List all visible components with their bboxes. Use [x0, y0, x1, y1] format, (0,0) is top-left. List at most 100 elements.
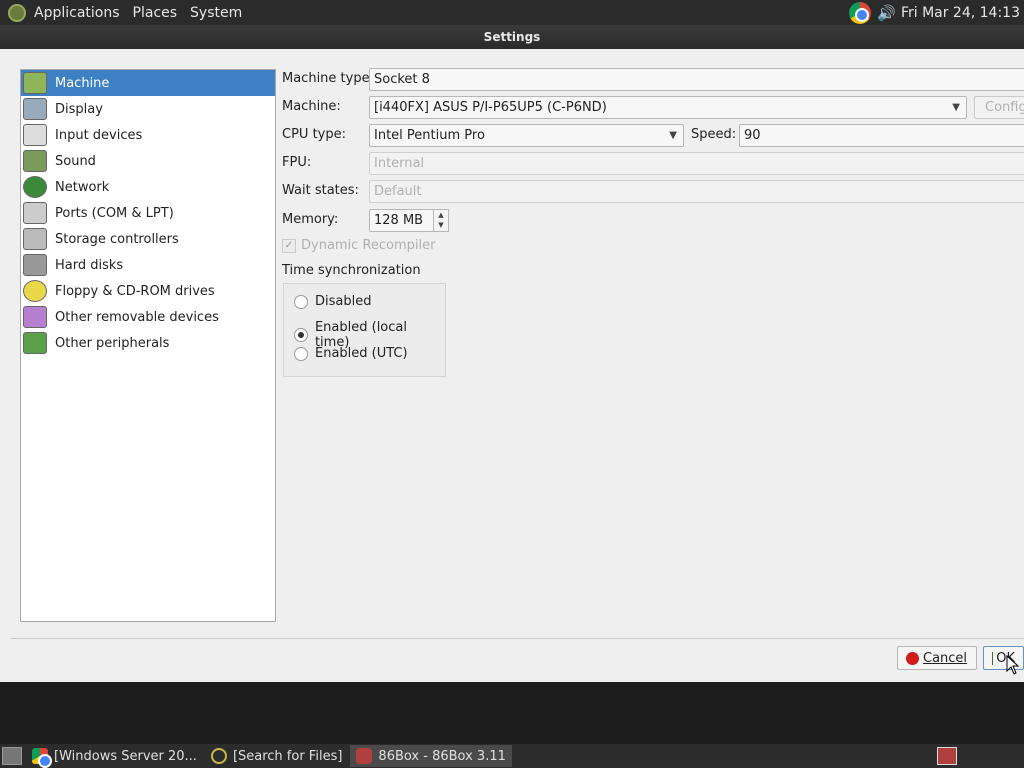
- memory-value: 128 MB: [374, 213, 424, 228]
- 86box-icon: [356, 748, 373, 764]
- time-sync-group: Disabled Enabled (local time) Enabled (U…: [283, 283, 446, 377]
- configure-button[interactable]: Config: [974, 96, 1024, 119]
- cancel-button[interactable]: Cancel: [897, 646, 977, 670]
- taskbar: [Windows Server 20... [Search for Files]…: [0, 744, 1024, 768]
- dialog-separator: [11, 638, 1024, 639]
- fpu-dropdown[interactable]: Internal: [369, 152, 1024, 175]
- cancel-icon: [906, 651, 919, 665]
- dynamic-recompiler-label: Dynamic Recompiler: [301, 238, 436, 253]
- sidebar-item-floppy-cdrom[interactable]: Floppy & CD-ROM drives: [21, 278, 275, 304]
- sidebar-item-storage-controllers[interactable]: Storage controllers: [21, 226, 275, 252]
- sidebar-item-display[interactable]: Display: [21, 96, 275, 122]
- memory-stepper[interactable]: ▲ ▼: [433, 209, 449, 232]
- keyboard-icon: [23, 124, 47, 146]
- dynamic-recompiler-checkbox[interactable]: ✓ Dynamic Recompiler: [282, 238, 436, 253]
- machine-value: [i440FX] ASUS P/I-P65UP5 (C-P6ND): [374, 100, 607, 115]
- ports-icon: [23, 202, 47, 224]
- gnome-foot-icon[interactable]: [8, 3, 26, 22]
- sidebar-item-label: Other peripherals: [55, 335, 170, 351]
- top-tray: 🔊 Fri Mar 24, 14:13: [848, 1, 1024, 24]
- wait-states-value: Default: [374, 184, 422, 199]
- speaker-icon[interactable]: 🔊: [877, 4, 896, 22]
- network-icon: [23, 176, 47, 198]
- wait-states-label: Wait states:: [282, 183, 359, 198]
- storage-icon: [23, 228, 47, 250]
- speed-dropdown[interactable]: 90: [739, 124, 1024, 147]
- machine-type-dropdown[interactable]: Socket 8: [369, 68, 1024, 91]
- sidebar-item-label: Input devices: [55, 127, 143, 143]
- window-titlebar[interactable]: Settings: [0, 25, 1024, 49]
- cpu-type-label: CPU type:: [282, 127, 346, 142]
- radio-label: Disabled: [315, 294, 372, 309]
- radio-icon: [294, 346, 308, 361]
- settings-window: Machine Display Input devices Sound Netw…: [0, 49, 1024, 682]
- mouse-pointer-icon: [1006, 655, 1020, 675]
- menu-places[interactable]: Places: [129, 5, 187, 21]
- task-label: [Search for Files]: [232, 748, 343, 764]
- time-sync-disabled-radio[interactable]: Disabled: [294, 294, 371, 309]
- chevron-up-icon[interactable]: ▲: [434, 210, 448, 220]
- top-menu: Applications Places System: [30, 0, 251, 25]
- desktop-background: [0, 682, 1024, 744]
- radio-selected-icon: [294, 328, 308, 342]
- display-icon: [23, 98, 47, 120]
- sidebar-item-label: Other removable devices: [55, 309, 219, 325]
- configure-button-label: Config: [985, 100, 1024, 115]
- chrome-icon[interactable]: [848, 1, 871, 24]
- menu-applications[interactable]: Applications: [30, 5, 129, 21]
- sidebar-item-label: Floppy & CD-ROM drives: [55, 283, 215, 299]
- peripherals-icon: [23, 332, 47, 354]
- machine-settings-form: Machine type: Socket 8 Machine: [i440FX]…: [282, 67, 1024, 397]
- top-panel: Applications Places System 🔊 Fri Mar 24,…: [0, 0, 1024, 25]
- sidebar-item-label: Ports (COM & LPT): [55, 205, 174, 221]
- fpu-value: Internal: [374, 156, 425, 171]
- sidebar-item-label: Display: [55, 101, 103, 117]
- time-sync-title: Time synchronization: [282, 263, 421, 278]
- chrome-icon: [32, 748, 52, 768]
- speed-label: Speed:: [691, 127, 737, 142]
- sidebar-item-machine[interactable]: Machine: [21, 70, 275, 96]
- search-icon: [210, 748, 227, 764]
- task-label: [Windows Server 20...: [54, 748, 197, 764]
- time-sync-utc-radio[interactable]: Enabled (UTC): [294, 346, 408, 361]
- machine-type-value: Socket 8: [374, 72, 430, 87]
- sidebar-item-input-devices[interactable]: Input devices: [21, 122, 275, 148]
- sidebar-item-label: Hard disks: [55, 257, 124, 273]
- sound-card-icon: [23, 150, 47, 172]
- motherboard-icon: [23, 72, 47, 94]
- sidebar-item-sound[interactable]: Sound: [21, 148, 275, 174]
- wait-states-dropdown[interactable]: Default: [369, 180, 1024, 203]
- memory-label: Memory:: [282, 212, 339, 227]
- sidebar-item-hard-disks[interactable]: Hard disks: [21, 252, 275, 278]
- chevron-down-icon[interactable]: ▼: [434, 220, 448, 230]
- machine-dropdown[interactable]: [i440FX] ASUS P/I-P65UP5 (C-P6ND) ▼: [369, 96, 967, 119]
- cpu-type-value: Intel Pentium Pro: [374, 128, 485, 143]
- sidebar-item-label: Sound: [55, 153, 96, 169]
- clock[interactable]: Fri Mar 24, 14:13: [901, 5, 1020, 21]
- sidebar-item-other-removable[interactable]: Other removable devices: [21, 304, 275, 330]
- 86box-tray-icon[interactable]: [937, 747, 957, 765]
- hard-disk-icon: [23, 254, 47, 276]
- radio-icon: [294, 294, 308, 309]
- speed-value: 90: [744, 128, 761, 143]
- removable-device-icon: [23, 306, 47, 328]
- task-label: 86Box - 86Box 3.11: [378, 748, 506, 764]
- show-desktop-icon[interactable]: [2, 747, 22, 765]
- machine-type-label: Machine type:: [282, 71, 374, 86]
- radio-label: Enabled (UTC): [315, 346, 408, 361]
- check-icon: ✓: [282, 238, 296, 253]
- sidebar-item-label: Network: [55, 179, 110, 195]
- sidebar-item-label: Storage controllers: [55, 231, 179, 247]
- machine-label: Machine:: [282, 99, 341, 114]
- task-windows-server[interactable]: [Windows Server 20...: [26, 745, 203, 768]
- task-86box[interactable]: 86Box - 86Box 3.11: [350, 745, 512, 767]
- cpu-type-dropdown[interactable]: Intel Pentium Pro ▼: [369, 124, 684, 147]
- chevron-down-icon: ▼: [952, 102, 960, 113]
- menu-system[interactable]: System: [186, 5, 251, 21]
- sidebar-item-network[interactable]: Network: [21, 174, 275, 200]
- cancel-button-label: Cancel: [923, 650, 968, 666]
- memory-input[interactable]: 128 MB: [369, 209, 434, 232]
- sidebar-item-ports[interactable]: Ports (COM & LPT): [21, 200, 275, 226]
- sidebar-item-other-peripherals[interactable]: Other peripherals: [21, 330, 275, 356]
- task-search-files[interactable]: [Search for Files]: [205, 745, 348, 767]
